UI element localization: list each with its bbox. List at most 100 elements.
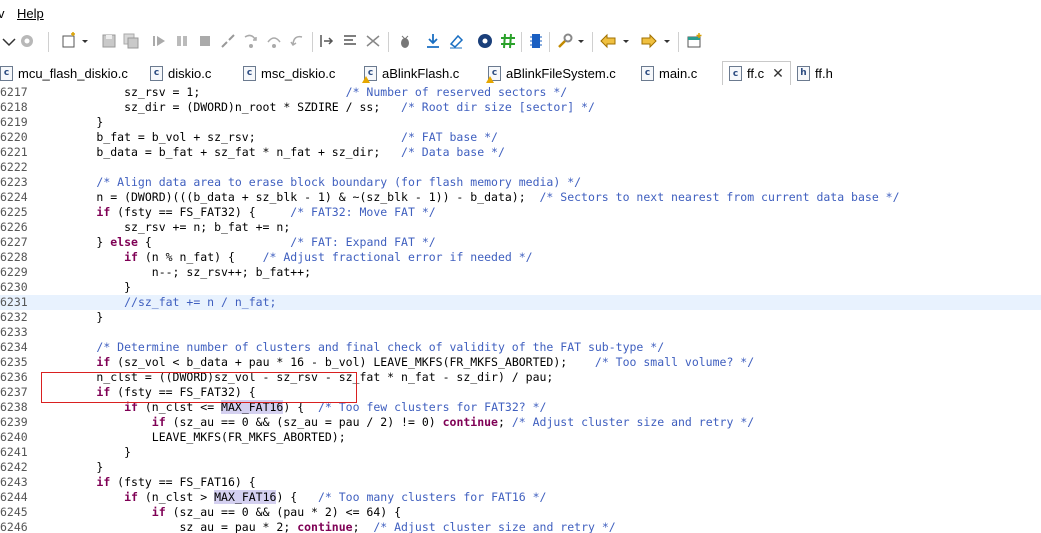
code-text[interactable]: if (n % n_fat) { /* Adjust fractional er…: [41, 250, 533, 265]
code-text[interactable]: b_fat = b_vol + sz_rsv; /* FAT base */: [41, 130, 498, 145]
save-all-icon[interactable]: [122, 32, 140, 50]
chevron-down-icon[interactable]: [80, 32, 90, 50]
code-text[interactable]: if (fsty == FS_FAT16) {: [41, 475, 255, 490]
code-text[interactable]: }: [41, 115, 103, 130]
code-line[interactable]: 6241 }: [0, 445, 1041, 460]
code-line[interactable]: 6233: [0, 325, 1041, 340]
code-text[interactable]: if (n_clst <= MAX_FAT16) { /* Too few cl…: [41, 400, 546, 415]
menu-window-partial[interactable]: v: [0, 6, 5, 21]
code-line[interactable]: 6234 /* Determine number of clusters and…: [0, 340, 1041, 355]
tab-msc-diskio[interactable]: c msc_diskio.c: [243, 62, 335, 84]
code-text[interactable]: if (sz_vol < b_data + pau * 16 - b_vol) …: [41, 355, 754, 370]
code-line[interactable]: 6246 sz_au = pau * 2; continue; /* Adjus…: [0, 520, 1041, 533]
code-text[interactable]: sz_rsv = 1; /* Number of reserved sector…: [41, 85, 567, 100]
code-text[interactable]: }: [41, 460, 103, 475]
code-text[interactable]: if (sz_au == 0 && (pau * 2) <= 64) {: [41, 505, 401, 520]
step-over-icon[interactable]: [265, 32, 283, 50]
disconnect-icon[interactable]: [219, 32, 237, 50]
code-line[interactable]: 6229 n--; sz_rsv++; b_fat++;: [0, 265, 1041, 280]
code-line[interactable]: 6225 if (fsty == FS_FAT32) { /* FAT32: M…: [0, 205, 1041, 220]
code-text[interactable]: /* Align data area to erase block bounda…: [41, 175, 581, 190]
code-text[interactable]: }: [41, 310, 103, 325]
new-file-icon[interactable]: [60, 32, 78, 50]
code-text[interactable]: sz_au = pau * 2; continue; /* Adjust clu…: [41, 520, 615, 533]
stop-icon[interactable]: [196, 32, 214, 50]
pause-icon[interactable]: [173, 32, 191, 50]
code-text[interactable]: if (n_clst > MAX_FAT16) { /* Too many cl…: [41, 490, 546, 505]
tab-ablinkfilesystem[interactable]: c aBlinkFileSystem.c: [486, 62, 616, 84]
code-line[interactable]: 6227 } else { /* FAT: Expand FAT */: [0, 235, 1041, 250]
code-line[interactable]: 6228 if (n % n_fat) { /* Adjust fraction…: [0, 250, 1041, 265]
code-text[interactable]: //sz_fat += n / n_fat;: [41, 295, 276, 310]
code-line[interactable]: 6230 }: [0, 280, 1041, 295]
code-text[interactable]: sz_rsv += n; b_fat += n;: [41, 220, 290, 235]
code-line[interactable]: 6221 b_data = b_fat + sz_fat * n_fat + s…: [0, 145, 1041, 160]
code-line[interactable]: 6219 }: [0, 115, 1041, 130]
chevron-down-icon[interactable]: [576, 32, 586, 50]
save-icon[interactable]: [100, 32, 118, 50]
code-line[interactable]: 6239 if (sz_au == 0 && (sz_au = pau / 2)…: [0, 415, 1041, 430]
step-return-icon[interactable]: [288, 32, 306, 50]
open-perspective-icon[interactable]: [686, 32, 704, 50]
chevron-down-icon[interactable]: [662, 32, 672, 50]
gear-icon[interactable]: [18, 32, 36, 50]
tab-mcu-flash-diskio[interactable]: c mcu_flash_diskio.c: [0, 62, 128, 84]
code-line[interactable]: 6231 //sz_fat += n / n_fat;: [0, 295, 1041, 310]
code-text[interactable]: } else { /* FAT: Expand FAT */: [41, 235, 435, 250]
code-text[interactable]: /* Determine number of clusters and fina…: [41, 340, 664, 355]
format-icon[interactable]: [341, 32, 359, 50]
indent-icon[interactable]: [318, 32, 336, 50]
code-line[interactable]: 6220 b_fat = b_vol + sz_rsv; /* FAT base…: [0, 130, 1041, 145]
tab-main[interactable]: c main.c: [641, 62, 697, 84]
tab-ff-c[interactable]: c ff.c ✕: [722, 61, 791, 86]
code-text[interactable]: n = (DWORD)(((b_data + sz_blk - 1) & ~(s…: [41, 190, 899, 205]
erase-icon[interactable]: [447, 32, 465, 50]
debug-icon[interactable]: [396, 32, 414, 50]
code-line[interactable]: 6232 }: [0, 310, 1041, 325]
menu-help[interactable]: Help: [17, 6, 44, 21]
dropdown-check-icon[interactable]: [0, 32, 18, 50]
code-line[interactable]: 6238 if (n_clst <= MAX_FAT16) { /* Too f…: [0, 400, 1041, 415]
code-line[interactable]: 6218 sz_dir = (DWORD)n_root * SZDIRE / s…: [0, 100, 1041, 115]
settings-gear-icon[interactable]: [476, 32, 494, 50]
hash-icon[interactable]: [499, 32, 517, 50]
code-line[interactable]: 6243 if (fsty == FS_FAT16) {: [0, 475, 1041, 490]
code-text[interactable]: LEAVE_MKFS(FR_MKFS_ABORTED);: [41, 430, 346, 445]
code-text[interactable]: if (fsty == FS_FAT32) {: [41, 385, 255, 400]
tab-ablinkflash[interactable]: c aBlinkFlash.c: [362, 62, 459, 84]
forward-icon[interactable]: [640, 32, 658, 50]
code-text[interactable]: }: [41, 445, 131, 460]
code-text[interactable]: n_clst = ((DWORD)sz_vol - sz_rsv - sz_fa…: [41, 370, 553, 385]
tools-icon[interactable]: [556, 32, 574, 50]
code-line[interactable]: 6223 /* Align data area to erase block b…: [0, 175, 1041, 190]
code-line[interactable]: 6224 n = (DWORD)(((b_data + sz_blk - 1) …: [0, 190, 1041, 205]
code-editor[interactable]: 6246 sz_au = pau * 2; continue; /* Adjus…: [0, 85, 1041, 533]
code-text[interactable]: n--; sz_rsv++; b_fat++;: [41, 265, 311, 280]
code-line[interactable]: 6242 }: [0, 460, 1041, 475]
download-icon[interactable]: [424, 32, 442, 50]
step-into-icon[interactable]: [242, 32, 260, 50]
chevron-down-icon[interactable]: [621, 32, 631, 50]
code-line[interactable]: 6245 if (sz_au == 0 && (pau * 2) <= 64) …: [0, 505, 1041, 520]
code-line[interactable]: 6235 if (sz_vol < b_data + pau * 16 - b_…: [0, 355, 1041, 370]
code-line[interactable]: 6237 if (fsty == FS_FAT32) {: [0, 385, 1041, 400]
code-text[interactable]: if (sz_au == 0 && (sz_au = pau / 2) != 0…: [41, 415, 754, 430]
back-icon[interactable]: [599, 32, 617, 50]
chip-icon[interactable]: [527, 32, 545, 50]
close-icon[interactable]: ✕: [772, 65, 784, 82]
code-text[interactable]: sz_dir = (DWORD)n_root * SZDIRE / ss; /*…: [41, 100, 595, 115]
code-text[interactable]: }: [41, 280, 131, 295]
code-line[interactable]: 6217 sz_rsv = 1; /* Number of reserved s…: [0, 85, 1041, 100]
code-line[interactable]: 6244 if (n_clst > MAX_FAT16) { /* Too ma…: [0, 490, 1041, 505]
cleanup-icon[interactable]: [364, 32, 382, 50]
code-line[interactable]: 6222: [0, 160, 1041, 175]
toolbar-separator: [549, 32, 550, 52]
code-line[interactable]: 6240 LEAVE_MKFS(FR_MKFS_ABORTED);: [0, 430, 1041, 445]
code-line[interactable]: 6236 n_clst = ((DWORD)sz_vol - sz_rsv - …: [0, 370, 1041, 385]
code-line[interactable]: 6226 sz_rsv += n; b_fat += n;: [0, 220, 1041, 235]
run-icon[interactable]: [150, 32, 168, 50]
tab-ff-h[interactable]: h ff.h: [797, 62, 833, 84]
code-text[interactable]: b_data = b_fat + sz_fat * n_fat + sz_dir…: [41, 145, 505, 160]
tab-diskio[interactable]: c diskio.c: [150, 62, 211, 84]
code-text[interactable]: if (fsty == FS_FAT32) { /* FAT32: Move F…: [41, 205, 435, 220]
